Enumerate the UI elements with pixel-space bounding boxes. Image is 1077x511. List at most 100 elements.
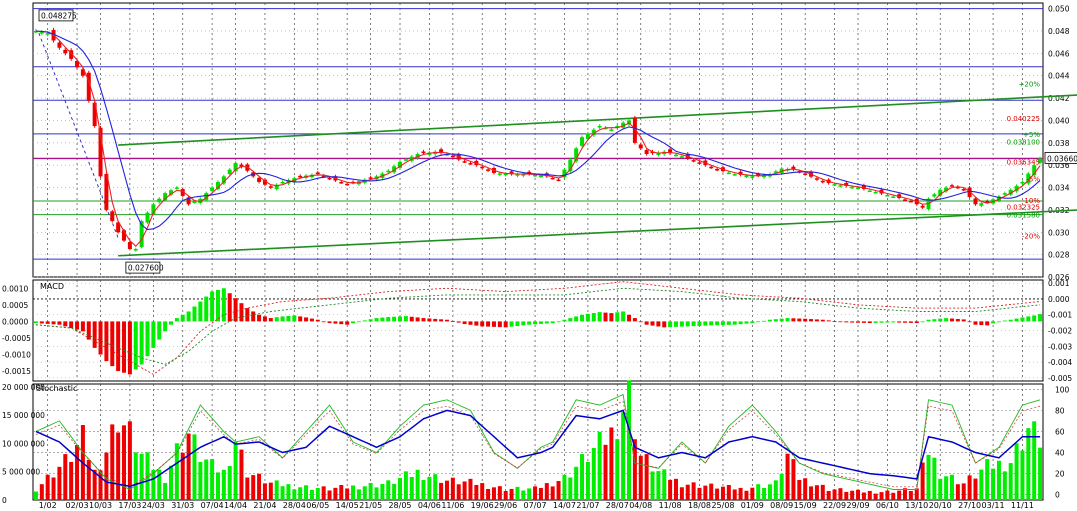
volume-bar <box>832 489 837 500</box>
volume-bar <box>762 487 767 500</box>
macd-histogram-bar <box>415 317 420 322</box>
volume-bar <box>715 488 720 500</box>
volume-bar <box>932 457 937 500</box>
volume-bar <box>967 475 972 500</box>
candle-body <box>873 192 878 194</box>
volume-bar <box>697 487 702 500</box>
macd-right-tick-label: -0.003 <box>1048 342 1072 351</box>
volume-bar <box>949 474 954 500</box>
macd-histogram-bar <box>838 321 843 323</box>
macd-histogram-bar <box>773 319 778 322</box>
macd-left-tick-label: 0.0010 <box>2 284 28 293</box>
volume-bar <box>732 489 737 500</box>
volume-bar <box>304 485 309 500</box>
stochastic-tick-label: 80 <box>1055 406 1065 415</box>
macd-histogram-bar <box>720 321 725 326</box>
volume-bar <box>773 480 778 500</box>
macd-histogram-bar <box>1014 318 1019 322</box>
volume-bar <box>33 491 38 500</box>
price-y-tick-label: 0.038 <box>1048 139 1070 148</box>
volume-bar <box>685 484 690 500</box>
candle-body <box>468 163 473 165</box>
volume-bar <box>133 452 138 500</box>
macd-histogram-bar <box>174 318 179 322</box>
macd-histogram-bar <box>515 321 520 327</box>
volume-bar <box>673 478 678 500</box>
volume-bar <box>938 478 943 500</box>
x-tick-label: 07/07 <box>524 501 547 510</box>
volume-bar <box>844 491 849 500</box>
volume-bar <box>785 453 790 500</box>
macd-histogram-bar <box>879 321 884 323</box>
volume-bar <box>726 485 731 500</box>
macd-histogram-bar <box>867 321 872 324</box>
volume-bar <box>1026 428 1031 500</box>
volume-bar <box>215 472 220 500</box>
macd-histogram-bar <box>491 321 496 327</box>
macd-histogram-bar <box>403 316 408 322</box>
volume-bar <box>298 487 303 500</box>
price-level-label: +20% <box>1019 81 1041 89</box>
macd-histogram-bar <box>450 321 455 322</box>
candle-body <box>979 203 984 206</box>
macd-histogram-bar <box>45 321 50 324</box>
macd-panel-title: MACD <box>40 282 64 291</box>
stochastic-panel-title: Stochastic <box>36 384 77 393</box>
macd-histogram-bar <box>345 321 350 325</box>
volume-bar <box>750 487 755 500</box>
macd-histogram-bar <box>521 321 526 326</box>
price-y-tick-label: 0.050 <box>1048 5 1070 14</box>
x-tick-label: 31/03 <box>171 501 194 510</box>
volume-bar <box>803 478 808 500</box>
x-tick-label: 19/06 <box>471 501 494 510</box>
macd-histogram-bar <box>1008 319 1013 322</box>
volume-bar <box>98 470 103 500</box>
macd-histogram-bar <box>92 321 97 348</box>
candle-body <box>538 175 543 178</box>
price-level-label: 0.032325 <box>1007 203 1040 211</box>
candle-body <box>750 176 755 178</box>
volume-bar <box>227 466 232 500</box>
macd-histogram-bar <box>321 321 326 323</box>
macd-right-tick-label: -0.001 <box>1048 311 1072 320</box>
macd-histogram-bar <box>944 318 949 322</box>
macd-histogram-bar <box>80 321 85 332</box>
x-tick-label: 18/08 <box>688 501 711 510</box>
volume-bar <box>503 490 508 500</box>
x-tick-label: 28/05 <box>388 501 411 510</box>
volume-bar <box>926 454 931 500</box>
candle-body <box>327 177 332 180</box>
volume-bar <box>1002 471 1007 500</box>
volume-bar <box>497 486 502 500</box>
volume-bar <box>251 475 256 500</box>
macd-histogram-bar <box>891 321 896 323</box>
volume-bar <box>374 487 379 500</box>
stochastic-tick-label: 20 <box>1055 470 1065 479</box>
candle-body <box>550 177 555 180</box>
x-tick-label: 29/09 <box>846 501 869 510</box>
macd-histogram-bar <box>1020 317 1025 322</box>
macd-histogram-bar <box>967 321 972 323</box>
candle-body <box>891 196 896 198</box>
volume-bar <box>386 480 391 500</box>
macd-histogram-bar <box>650 321 655 326</box>
macd-histogram-bar <box>932 319 937 322</box>
volume-bar <box>556 481 561 500</box>
x-tick-label: 06/05 <box>306 501 329 510</box>
candle-body <box>450 155 455 158</box>
x-tick-label: 20/10 <box>929 501 952 510</box>
volume-bar <box>415 469 420 500</box>
macd-histogram-bar <box>873 321 878 323</box>
volume-bar <box>703 485 708 500</box>
macd-histogram-bar <box>861 321 866 323</box>
macd-histogram-bar <box>245 308 250 322</box>
volume-bar <box>245 477 250 500</box>
candle-body <box>820 180 825 183</box>
volume-bar <box>791 459 796 500</box>
volume-bar <box>480 483 485 500</box>
macd-histogram-bar <box>785 318 790 322</box>
candle-body <box>885 194 890 197</box>
volume-bar <box>850 490 855 500</box>
macd-histogram-bar <box>1032 315 1037 322</box>
macd-histogram-bar <box>955 318 960 322</box>
